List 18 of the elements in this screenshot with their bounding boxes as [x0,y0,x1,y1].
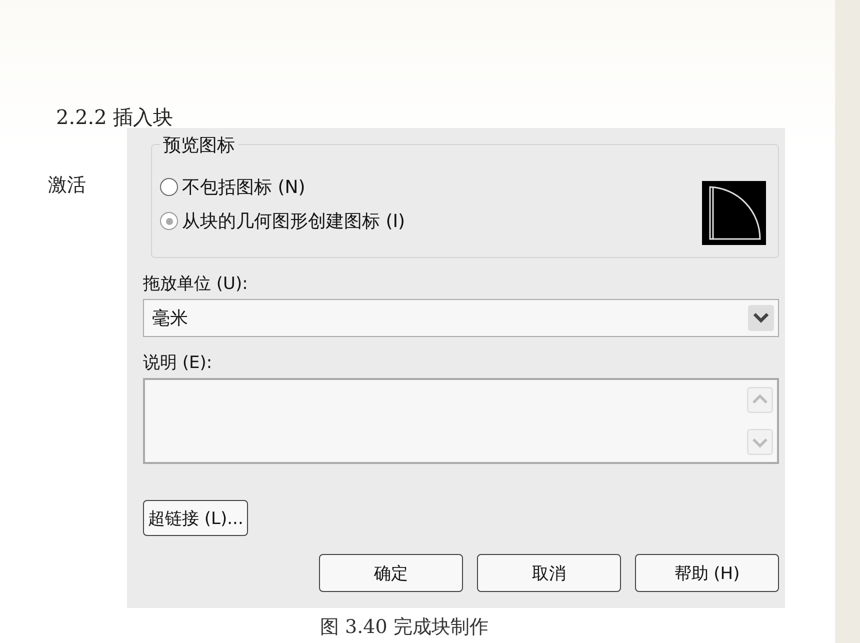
radio-button[interactable] [160,178,178,196]
dialog-button[interactable]: 帮助 (H) [635,554,779,592]
dialog-button[interactable]: 取消 [477,554,621,592]
section-heading: 2.2.2 插入块 [56,106,174,128]
radio-button[interactable] [160,212,178,230]
block-preview-icon [702,181,766,245]
scroll-down-icon[interactable] [747,428,773,456]
radio-option[interactable]: 从块的几何图形创建图标 (I) [160,209,406,233]
units-dropdown[interactable]: 毫米 [143,299,779,337]
field-label: 说明 (E): [143,352,214,374]
field-label: 拖放单位 (U): [143,273,249,295]
dialog-button[interactable]: 确定 [319,554,463,592]
description-field[interactable] [143,378,779,464]
hyperlink-button[interactable]: 超链接 (L)... [143,500,248,536]
scroll-up-icon[interactable] [747,386,773,414]
side-label: 激活 [48,174,86,196]
figure-caption: 图 3.40 完成块制作 [320,615,490,640]
radio-option[interactable]: 不包括图标 (N) [160,175,406,199]
